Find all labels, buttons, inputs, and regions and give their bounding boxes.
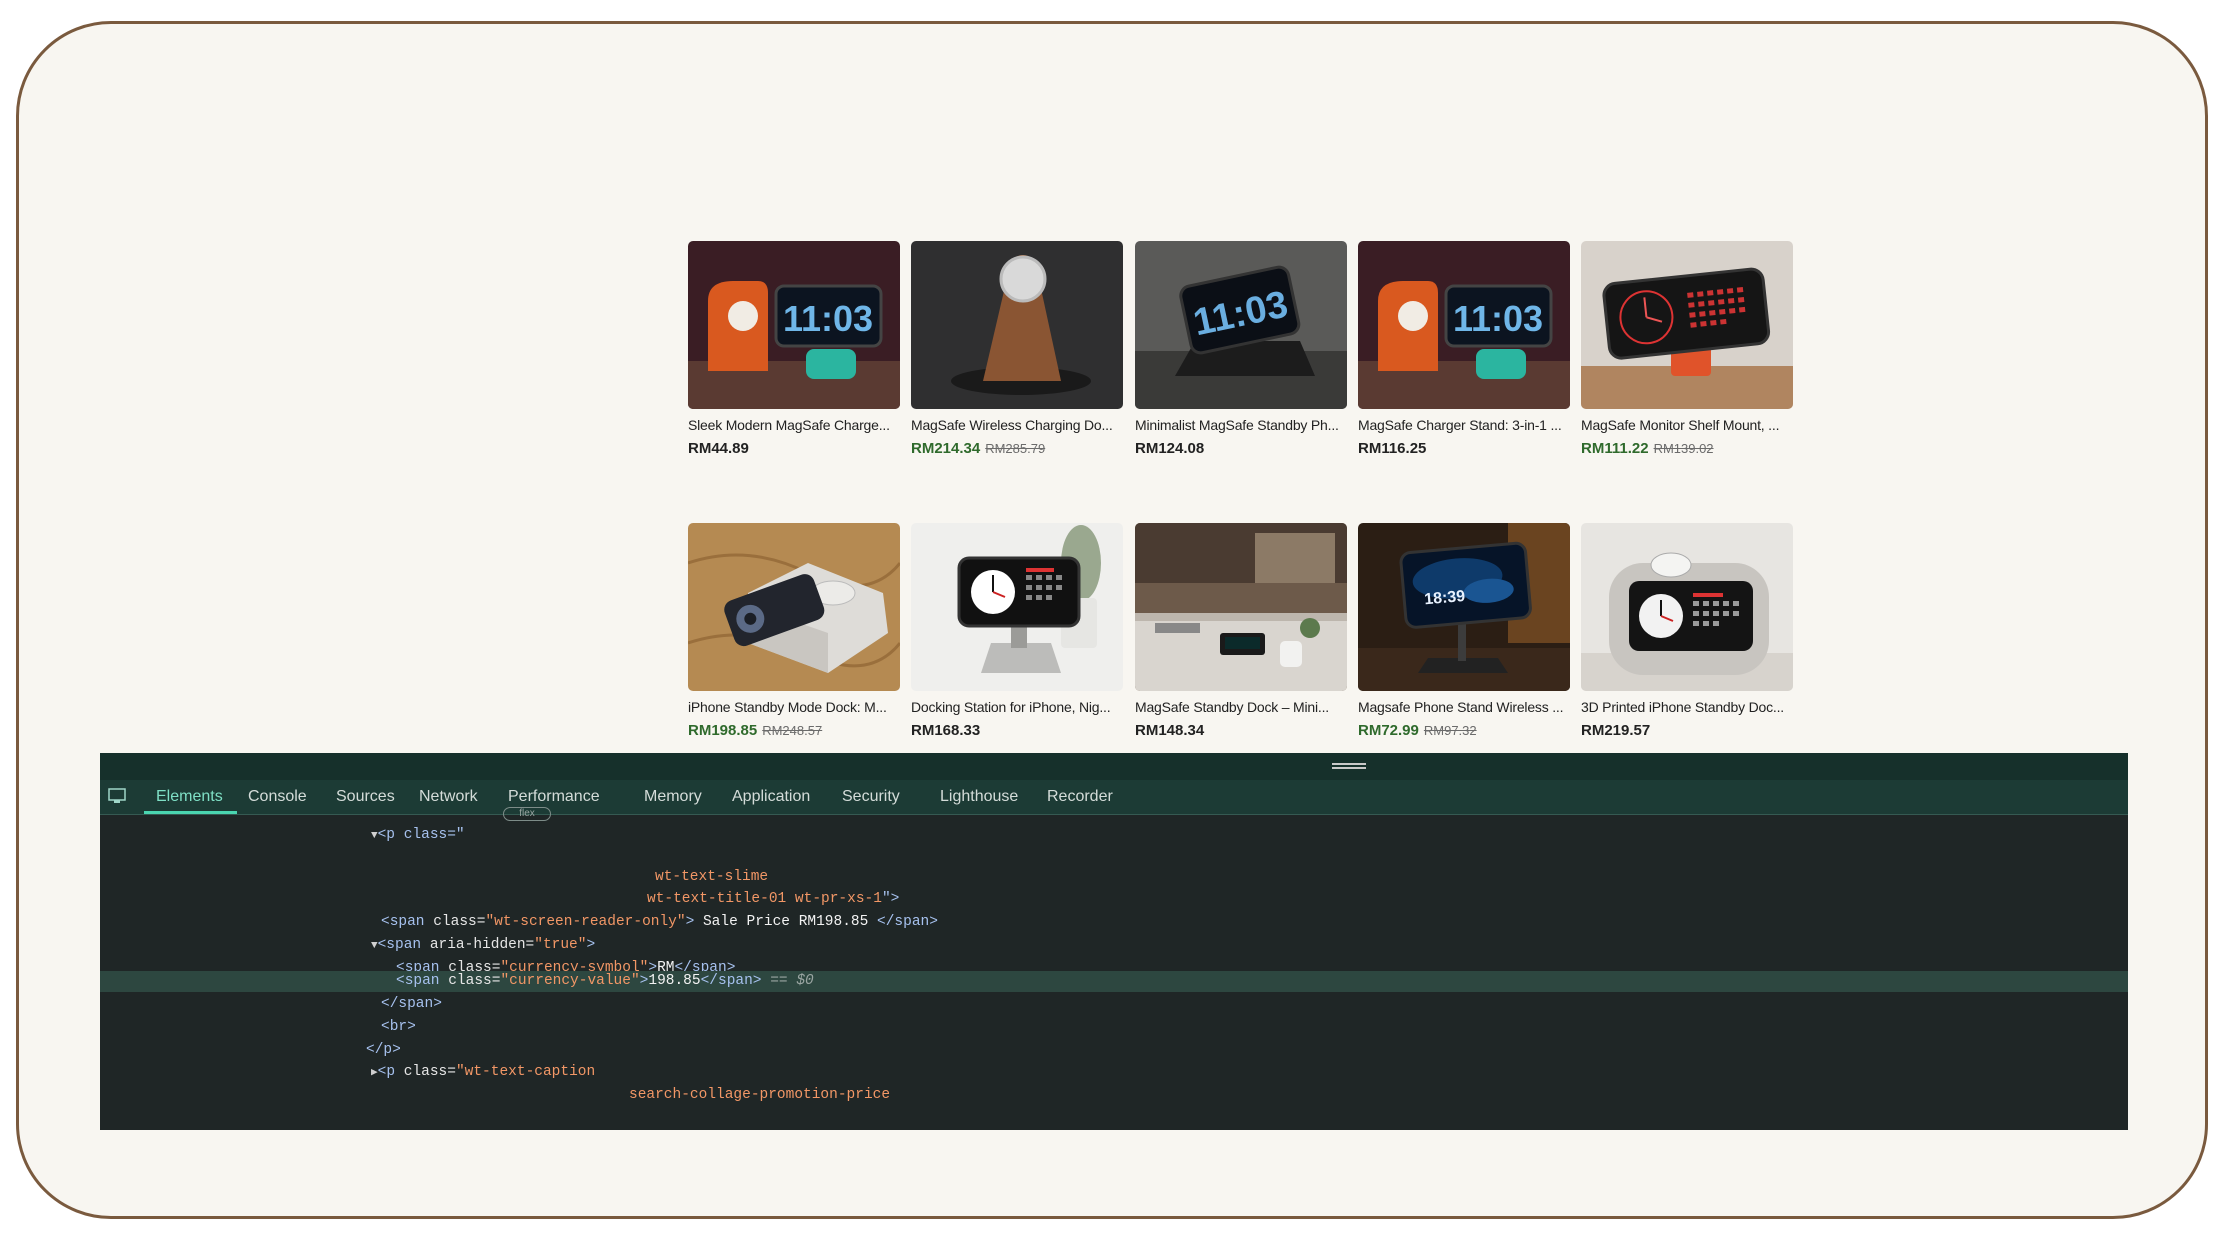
product-title[interactable]: MagSafe Wireless Charging Do... xyxy=(911,417,1123,433)
product-title[interactable]: Magsafe Phone Stand Wireless ... xyxy=(1358,699,1570,715)
product-card[interactable]: 11:03 MagSafe Charger Stand: 3-in-1 ... … xyxy=(1358,241,1570,457)
product-image[interactable]: 18:39 xyxy=(1358,523,1570,691)
product-card[interactable]: 11:03 Sleek Modern MagSafe Charge... RM4… xyxy=(688,241,900,457)
svg-text:11:03: 11:03 xyxy=(1453,298,1543,339)
devtools-panel: Elements Console Sources Network Perform… xyxy=(100,753,2128,1130)
product-card[interactable]: iPhone Standby Mode Dock: M... RM198.85 R… xyxy=(688,523,900,739)
tab-console[interactable]: Console xyxy=(248,788,307,806)
sale-price: RM214.34 xyxy=(911,440,981,457)
product-card[interactable]: MagSafe Monitor Shelf Mount, ... RM111.2… xyxy=(1581,241,1793,457)
elements-tree: flex ▼<p class=" wt-text-slime wt-text-t… xyxy=(100,807,2128,1131)
expanded-triangle-icon[interactable]: ▼ xyxy=(371,830,378,842)
product-title[interactable]: Docking Station for iPhone, Nig... xyxy=(911,699,1123,715)
product-price: RM148.34 xyxy=(1135,722,1205,739)
closing-tag[interactable]: </p> xyxy=(366,1042,401,1058)
grip-icon[interactable] xyxy=(1332,763,1366,769)
product-card[interactable]: 18:39 Magsafe Phone Stand Wireless ... R… xyxy=(1358,523,1570,739)
tab-lighthouse[interactable]: Lighthouse xyxy=(940,788,1018,806)
dom-node-p[interactable]: ▶<p class="wt-text-caption xyxy=(371,1064,595,1080)
product-image[interactable]: 11:03 xyxy=(688,241,900,409)
dom-node-span-selected[interactable]: <span class="currency-value">198.85</spa… xyxy=(396,973,814,989)
product-image[interactable]: 11:03 xyxy=(1135,241,1347,409)
product-price: RM44.89 xyxy=(688,440,749,457)
product-price: RM219.57 xyxy=(1581,722,1651,739)
product-price: RM214.34 RM285.79 xyxy=(911,440,1123,457)
dom-node-span[interactable]: ▼<span aria-hidden="true"> xyxy=(371,937,595,953)
product-price: RM168.33 xyxy=(911,722,981,739)
sale-price: RM198.85 xyxy=(688,722,758,739)
devtools-resize-handle[interactable] xyxy=(100,753,2128,780)
product-image[interactable] xyxy=(1581,523,1793,691)
flex-badge[interactable]: flex xyxy=(503,807,551,821)
product-card[interactable]: Docking Station for iPhone, Nig... RM168… xyxy=(911,523,1123,739)
product-image[interactable] xyxy=(911,241,1123,409)
tab-performance[interactable]: Performance xyxy=(508,788,600,806)
product-image[interactable] xyxy=(688,523,900,691)
tab-security[interactable]: Security xyxy=(842,788,900,806)
product-card[interactable]: MagSafe Standby Dock – Mini... RM148.34 xyxy=(1135,523,1347,739)
product-image[interactable]: 11:03 xyxy=(1358,241,1570,409)
tab-recorder[interactable]: Recorder xyxy=(1047,788,1113,806)
class-value-line[interactable]: search-collage-promotion-price xyxy=(629,1087,890,1103)
product-card[interactable]: 11:03 Minimalist MagSafe Standby Ph... R… xyxy=(1135,241,1347,457)
product-image[interactable] xyxy=(1581,241,1793,409)
active-tab-indicator xyxy=(144,811,237,814)
tab-elements[interactable]: Elements xyxy=(156,788,223,806)
devtools-tab-bar: Elements Console Sources Network Perform… xyxy=(100,780,2128,815)
original-price: RM248.57 xyxy=(762,723,823,738)
tab-sources[interactable]: Sources xyxy=(336,788,395,806)
expanded-triangle-icon[interactable]: ▼ xyxy=(371,940,378,952)
product-price: RM198.85 RM248.57 xyxy=(688,722,900,739)
svg-text:18:39: 18:39 xyxy=(1424,588,1466,609)
tab-memory[interactable]: Memory xyxy=(644,788,702,806)
sale-price: RM72.99 xyxy=(1358,722,1419,739)
product-title[interactable]: iPhone Standby Mode Dock: M... xyxy=(688,699,900,715)
dom-node-p[interactable]: ▼<p class=" xyxy=(371,827,465,843)
class-value-line[interactable]: wt-text-slime xyxy=(655,869,768,885)
device-toolbar-icon[interactable] xyxy=(108,788,126,804)
collapsed-triangle-icon[interactable]: ▶ xyxy=(371,1067,378,1079)
product-image[interactable] xyxy=(1135,523,1347,691)
product-card[interactable]: 3D Printed iPhone Standby Doc... RM219.5… xyxy=(1581,523,1793,739)
product-title[interactable]: MagSafe Standby Dock – Mini... xyxy=(1135,699,1347,715)
tab-application[interactable]: Application xyxy=(732,788,810,806)
original-price: RM97.32 xyxy=(1423,723,1477,738)
class-value-line[interactable]: wt-text-title-01 wt-pr-xs-1"> xyxy=(647,891,899,907)
product-price: RM111.22 RM139.02 xyxy=(1581,440,1793,457)
product-card[interactable]: MagSafe Wireless Charging Do... RM214.34… xyxy=(911,241,1123,457)
slide-frame: 11:03 Sleek Modern MagSafe Charge... RM4… xyxy=(16,21,2208,1219)
tab-network[interactable]: Network xyxy=(419,788,478,806)
closing-tag[interactable]: </span> xyxy=(381,996,442,1012)
product-price: RM124.08 xyxy=(1135,440,1205,457)
product-price: RM116.25 xyxy=(1358,440,1427,457)
dom-node-br[interactable]: <br> xyxy=(381,1019,416,1035)
original-price: RM139.02 xyxy=(1653,441,1714,456)
product-title[interactable]: MagSafe Monitor Shelf Mount, ... xyxy=(1581,417,1793,433)
product-title[interactable]: 3D Printed iPhone Standby Doc... xyxy=(1581,699,1793,715)
product-price: RM72.99 RM97.32 xyxy=(1358,722,1570,739)
sale-price: RM111.22 xyxy=(1581,440,1649,457)
svg-text:11:03: 11:03 xyxy=(783,298,873,339)
original-price: RM285.79 xyxy=(985,441,1046,456)
product-title[interactable]: Minimalist MagSafe Standby Ph... xyxy=(1135,417,1347,433)
product-image[interactable] xyxy=(911,523,1123,691)
product-title[interactable]: MagSafe Charger Stand: 3-in-1 ... xyxy=(1358,417,1570,433)
product-title[interactable]: Sleek Modern MagSafe Charge... xyxy=(688,417,900,433)
dom-node-span[interactable]: <span class="wt-screen-reader-only"> Sal… xyxy=(381,914,938,930)
